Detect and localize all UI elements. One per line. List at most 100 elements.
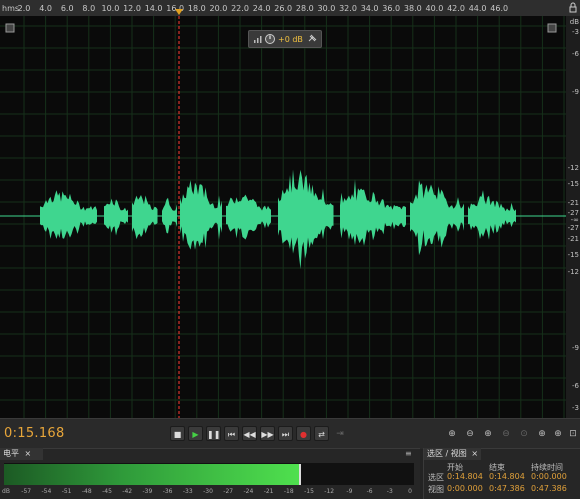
channel-toggle-icon[interactable] [5,23,15,33]
fast-forward-button[interactable]: ▶▶ [260,426,275,441]
ruler-tick-label: 28.0 [295,4,314,13]
pause-button[interactable]: ❚❚ [206,426,221,441]
level-scale-label: dB [2,488,10,495]
pin-icon[interactable] [308,34,317,42]
record-button[interactable]: ● [296,426,311,441]
volume-knob-icon[interactable] [265,34,275,44]
view-duration[interactable]: 0:47.386 [531,484,567,493]
level-scale-label: -3 [386,488,393,495]
volume-hud[interactable]: +0 dB [248,30,322,48]
selection-view-tab[interactable]: 选区 / 视图 × [424,448,482,460]
ruler-tick-label: 10.0 [101,4,120,13]
db-label: -3 [572,28,579,36]
fast-forward-icon: ▶▶ [261,430,274,439]
view-end[interactable]: 0:47.386 [489,484,525,493]
level-scale-label: -51 [61,488,72,495]
level-scale-label: -48 [81,488,92,495]
db-label: -6 [572,382,579,390]
ruler-tick-label: 8.0 [82,4,96,13]
level-scale-label: 0 [408,488,412,495]
ruler-tick-label: 6.0 [60,4,74,13]
zoom-in-time-button[interactable]: ⊕ [482,428,494,440]
level-bars-icon [254,36,262,43]
zoom-in-amplitude-button[interactable]: ⊕ [446,428,458,440]
level-meter-tab[interactable]: 电平 × [0,448,43,460]
skip-selection-button[interactable]: ⇥ [334,428,346,440]
time-ruler[interactable]: hms 2.0 4.0 6.0 8.0 10.0 12.0 14.0 16.0 18.0 20.0… [0,0,566,17]
skip-back-icon: ⏮ [227,430,236,439]
close-icon[interactable]: × [25,449,32,458]
db-label: -∞ [570,216,579,224]
play-button[interactable]: ▶ [188,426,203,441]
selection-duration[interactable]: 0:00.000 [531,472,567,481]
db-label: -21 [567,235,579,243]
go-to-start-button[interactable]: ⏮ [224,426,239,441]
panel-menu-icon[interactable]: ≡ [405,449,412,458]
selection-end[interactable]: 0:14.804 [489,472,525,481]
db-label: -6 [572,50,579,58]
db-label: -21 [567,199,579,207]
db-label: -27 [567,224,579,232]
db-label: -12 [567,268,579,276]
ruler-tick-label: 40.0 [425,4,444,13]
lock-icon[interactable] [566,0,580,16]
loop-button[interactable]: ⇄ [314,426,329,441]
level-scale-label: -33 [182,488,193,495]
waveform-canvas[interactable] [0,16,566,418]
level-meter-fill [4,464,300,485]
ruler-tick-label: 44.0 [468,4,487,13]
waveform-segment [468,190,516,240]
audio-waveform[interactable] [40,169,516,270]
ruler-tick-label: 26.0 [274,4,293,13]
ruler-tick-label: 4.0 [39,4,52,13]
db-label: -15 [567,251,579,259]
zoom-left-icon: ⊕ [538,429,546,439]
skip-selection-icon: ⇥ [336,429,344,439]
level-scale-label: -15 [304,488,314,495]
ruler-tick-label: 42.0 [447,4,465,13]
db-label: -9 [572,344,579,352]
db-scale: dB -3 -6 -9 -12 -15 -21 -27 -∞ -27 -21 -15 -12 -9 -6 -3 [566,16,580,418]
db-label: -15 [567,180,579,188]
level-scale-label: -6 [366,488,373,495]
channel-toggle-icon[interactable] [547,23,557,33]
zoom-in-right-button[interactable]: ⊕ [552,428,564,440]
zoom-selection-button[interactable]: ⊡ [567,428,579,440]
zoom-out-icon: ⊖ [502,429,510,439]
level-scale-label: -27 [223,488,234,495]
ruler-tick-label: 24.0 [252,4,271,13]
view-start[interactable]: 0:00.000 [447,484,483,493]
level-scale-label: -45 [102,488,112,495]
rewind-button[interactable]: ◀◀ [242,426,257,441]
zoom-out-amplitude-button[interactable]: ⊖ [464,428,476,440]
zoom-in-left-button[interactable]: ⊕ [536,428,548,440]
playhead-handle[interactable] [175,9,183,15]
selection-start[interactable]: 0:14.804 [447,472,483,481]
level-scale-label: -42 [122,488,133,495]
ruler-tick-label: 22.0 [231,4,249,13]
stop-button[interactable]: ■ [170,426,185,441]
db-label: -12 [567,164,579,172]
go-to-end-button[interactable]: ⏭ [278,426,293,441]
ruler-tick-label: 30.0 [317,4,336,13]
waveform-segment [340,179,406,246]
zoom-out-time-button[interactable]: ⊖ [500,428,512,440]
waveform-editor[interactable] [0,16,566,418]
db-label: dB [569,18,579,26]
zoom-in-amplitude-icon: ⊕ [448,429,456,439]
waveform-segment [104,198,128,236]
close-icon[interactable]: × [471,449,478,458]
ruler-tick-label: 18.0 [187,4,206,13]
db-label: -3 [572,404,579,412]
level-scale-label: -24 [243,488,254,495]
zoom-full-button[interactable]: ⊙ [518,428,530,440]
selection-view-tab-label: 选区 / 视图 [427,449,467,458]
ruler-unit: hms [2,4,20,13]
current-time: 0:15.168 [4,426,65,441]
volume-value: +0 dB [278,35,303,44]
waveform-segment [226,194,271,240]
ruler-corner [566,0,580,16]
level-peak-marker [299,464,302,485]
ruler-tick-label: 38.0 [403,4,422,13]
ruler-tick-label: 20.0 [209,4,228,13]
